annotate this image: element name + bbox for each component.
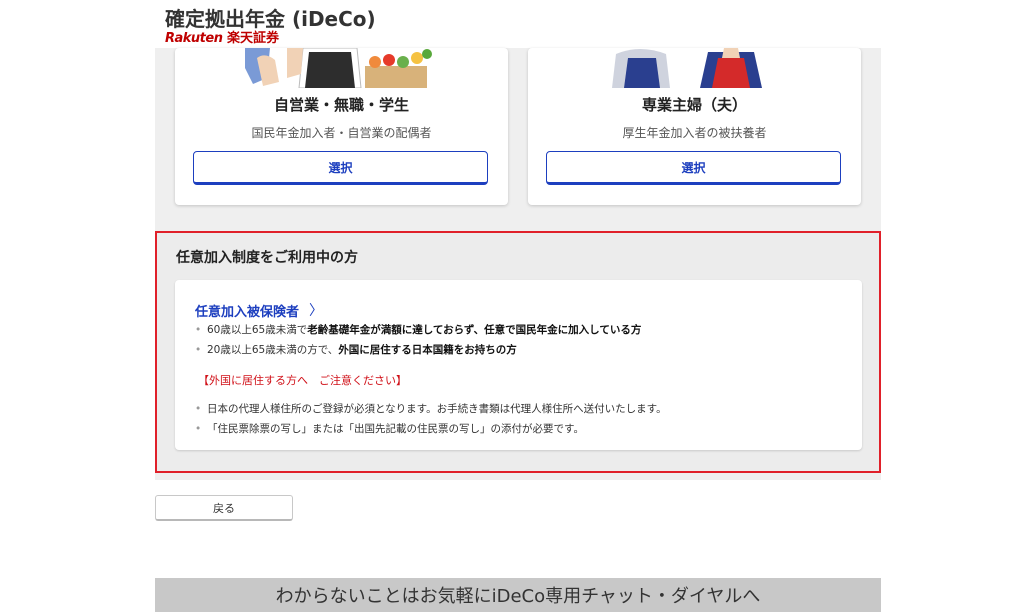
bullet-text: 20歳以上65歳未満の方で、 xyxy=(207,344,339,356)
site-header: 確定拠出年金 (iDeCo) Rakuten 楽天証券 xyxy=(155,0,881,48)
back-button[interactable]: 戻る xyxy=(155,495,293,521)
voluntary-enrollment-section: 任意加入制度をご利用中の方 任意加入被保険者 〉 60歳以上65歳未満で老齢基礎… xyxy=(155,231,881,473)
bullet-emphasis: 老齢基礎年金が満額に達しておらず、任意で国民年金に加入している方 xyxy=(307,324,642,336)
rakuten-wordmark: Rakuten xyxy=(165,31,223,46)
select-button-self-employed[interactable]: 選択 xyxy=(193,151,488,185)
overseas-notice: 【外国に居住する方へ ご注意ください】 xyxy=(198,374,407,387)
people-illustration-icon xyxy=(175,48,508,88)
bullet-emphasis: 外国に居住する日本国籍をお持ちの方 xyxy=(338,344,517,356)
support-banner[interactable]: わからないことはお気軽にiDeCo専用チャット・ダイヤルへ xyxy=(155,578,881,612)
card-self-employed: 自営業・無職・学生 国民年金加入者・自営業の配偶者 選択 xyxy=(175,48,508,205)
link-label: 任意加入被保険者 xyxy=(195,304,300,320)
chevron-right-icon: 〉 xyxy=(309,303,324,319)
section-heading: 任意加入制度をご利用中の方 xyxy=(176,250,358,266)
list-item: 20歳以上65歳未満の方で、外国に居住する日本国籍をお持ちの方 xyxy=(195,340,855,360)
card-description: 国民年金加入者・自営業の配偶者 xyxy=(251,126,432,140)
bullet-text: 60歳以上65歳未満で xyxy=(207,324,308,336)
notice-list: 日本の代理人様住所のご登録が必須となります。お手続き書類は代理人様住所へ送付いた… xyxy=(195,399,855,439)
card-homemaker: 専業主婦（夫） 厚生年金加入者の被扶養者 選択 xyxy=(528,48,861,205)
voluntary-card: 任意加入被保険者 〉 60歳以上65歳未満で老齢基礎年金が満額に達しておらず、任… xyxy=(175,280,862,450)
card-title: 自営業・無職・学生 xyxy=(273,96,409,114)
voluntary-insured-link[interactable]: 任意加入被保険者 〉 xyxy=(195,300,323,320)
eligibility-list: 60歳以上65歳未満で老齢基礎年金が満額に達しておらず、任意で国民年金に加入して… xyxy=(195,320,855,360)
list-item: 60歳以上65歳未満で老齢基礎年金が満額に達しておらず、任意で国民年金に加入して… xyxy=(195,320,855,340)
card-title: 専業主婦（夫） xyxy=(641,96,747,114)
homemaker-illustration-icon xyxy=(528,48,861,88)
list-item: 日本の代理人様住所のご登録が必須となります。お手続き書類は代理人様住所へ送付いた… xyxy=(195,399,855,419)
select-button-homemaker[interactable]: 選択 xyxy=(546,151,841,185)
rakuten-securities-label: 楽天証券 xyxy=(227,31,280,46)
list-item: 「住民票除票の写し」または「出国先記載の住民票の写し」の添付が必要です。 xyxy=(195,419,855,439)
brand-logo[interactable]: Rakuten 楽天証券 xyxy=(165,27,279,46)
card-description: 厚生年金加入者の被扶養者 xyxy=(622,126,767,140)
